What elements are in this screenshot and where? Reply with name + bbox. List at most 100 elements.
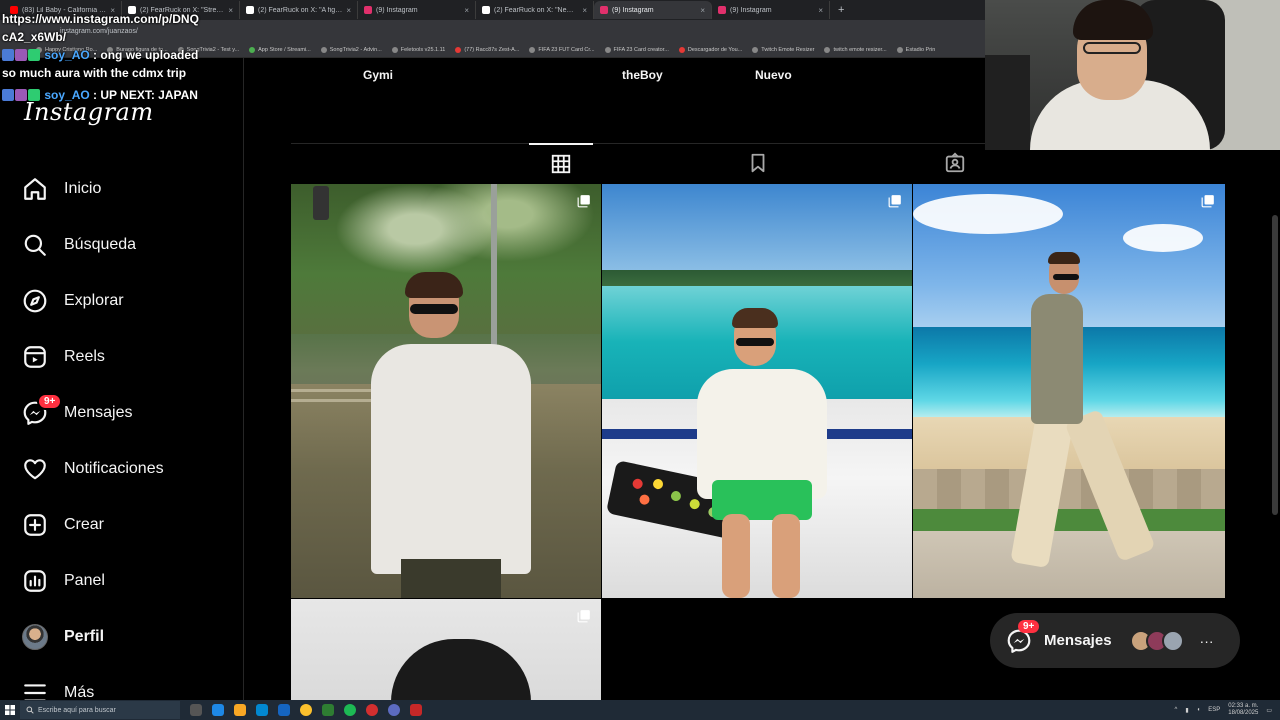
bookmark[interactable]: FIFA 23 Card creator... [604, 46, 669, 53]
browser-tab[interactable]: (2) FearRuck on X: "New photo × [476, 1, 594, 19]
search-icon [24, 234, 46, 256]
post-beach[interactable] [913, 184, 1225, 598]
app-icon[interactable] [322, 704, 334, 716]
app-icon[interactable] [388, 704, 400, 716]
chevron-up-icon[interactable]: ^ [1175, 707, 1178, 713]
close-icon[interactable]: × [464, 6, 469, 15]
tab-posts[interactable] [529, 143, 593, 183]
tab-saved[interactable] [726, 143, 790, 183]
streamer-glasses [1083, 42, 1141, 54]
post-boat[interactable] [602, 184, 912, 598]
carousel-icon [1201, 195, 1214, 208]
scrollbar[interactable] [1272, 215, 1278, 515]
bookmark-icon [604, 46, 611, 53]
crosswalk-stripe [291, 389, 381, 392]
system-tray: ^ ▮ ◖ ESP 02:33 a. m. 18/08/2025 ▭ [1175, 700, 1272, 720]
messages-label: Mensajes [1044, 632, 1112, 649]
chat-badge-icon [2, 49, 14, 61]
highlight-label[interactable]: Gymi [363, 68, 393, 82]
browser-tab[interactable]: (9) Instagram × [358, 1, 476, 19]
notifications-icon[interactable]: ▭ [1266, 707, 1272, 714]
browser-tab[interactable]: (2) FearRuck on X: "A fight bre × [240, 1, 358, 19]
bookmark[interactable]: Feletools v25.1.11 [391, 46, 445, 53]
bookmark-icon [678, 46, 685, 53]
volume-icon[interactable]: ◖ [1197, 707, 1201, 713]
stream-chat-overlay: https://www.instagram.com/p/DNQ cA2_x6Wb… [2, 10, 199, 104]
browser-tab[interactable]: (9) Instagram × [712, 1, 830, 19]
bookmark[interactable]: twitch emote resizer... [824, 46, 887, 53]
sidebar-item-label: Mensajes [64, 404, 133, 421]
network-icon[interactable]: ▮ [1185, 707, 1188, 714]
x-logo-icon [246, 6, 254, 14]
sidebar-item-inicio[interactable]: Inicio [22, 169, 232, 209]
windows-taskbar: Escribe aquí para buscar ^ ▮ ◖ ESP 02:33… [0, 700, 1280, 720]
chrome-icon[interactable] [300, 704, 312, 716]
photo-person [736, 338, 774, 346]
folder-icon[interactable] [234, 704, 246, 716]
bookmark[interactable]: (77) Racc87s Zest-A... [455, 46, 519, 53]
sidebar-item-notificaciones[interactable]: Notificaciones [22, 449, 232, 489]
sidebar-item-reels[interactable]: Reels [22, 337, 232, 377]
store-icon[interactable] [256, 704, 268, 716]
sidebar-item-explorar[interactable]: Explorar [22, 281, 232, 321]
sidebar-item-panel[interactable]: Panel [22, 561, 232, 601]
more-icon[interactable]: ··· [1200, 633, 1214, 649]
sidebar-item-label: Reels [64, 348, 105, 365]
language-indicator[interactable]: ESP [1208, 707, 1220, 713]
close-icon[interactable]: × [228, 6, 233, 15]
avatar [1161, 629, 1184, 652]
bookmark-icon [752, 46, 759, 53]
close-icon[interactable]: × [700, 6, 705, 15]
chat-line: cA2_x6Wb/ [2, 30, 67, 44]
photo-sky [602, 184, 912, 274]
bookmark-icon [751, 153, 765, 173]
chat-line: so much aura with the cdmx trip [2, 66, 187, 80]
bookmark[interactable]: Twitch Emote Resizer [752, 46, 814, 53]
clock-date: 18/08/2025 [1228, 710, 1259, 716]
bookmark-label: SongTrivia2 - Advin... [329, 46, 382, 53]
app-icon[interactable] [410, 704, 422, 716]
close-icon[interactable]: × [346, 6, 351, 15]
bookmark-icon [824, 46, 831, 53]
sidebar-item-crear[interactable]: Crear [22, 505, 232, 545]
bookmark[interactable]: Estadio Prin [896, 46, 936, 53]
browser-tab-active[interactable]: (9) Instagram × [594, 1, 712, 19]
new-tab-button[interactable]: + [838, 4, 844, 16]
messages-pill[interactable]: 9+ Mensajes ··· [990, 613, 1240, 668]
bookmark-icon [455, 46, 462, 53]
close-icon[interactable]: × [818, 6, 823, 15]
task-view-icon[interactable] [190, 704, 202, 716]
post-portrait[interactable] [291, 599, 601, 709]
chat-username: soy_AO [44, 48, 90, 62]
sidebar-item-perfil[interactable]: Perfil [22, 617, 232, 657]
bookmark[interactable]: Descargador de You... [678, 46, 742, 53]
highlight-label[interactable]: theBoy [622, 68, 663, 82]
sidebar-item-mensajes[interactable]: 9+ Mensajes [22, 393, 232, 433]
taskbar-search[interactable]: Escribe aquí para buscar [20, 701, 180, 719]
bookmark[interactable]: SongTrivia2 - Advin... [320, 46, 382, 53]
close-icon[interactable]: × [582, 6, 587, 15]
app-icon[interactable] [366, 704, 378, 716]
tab-tagged[interactable] [923, 143, 987, 183]
bookmark[interactable]: App Store / Streami... [249, 46, 311, 53]
edge-icon[interactable] [212, 704, 224, 716]
grid-icon [551, 154, 571, 174]
mail-icon[interactable] [278, 704, 290, 716]
chat-badge-icon [2, 89, 14, 101]
bookmark-label: FIFA 23 Card creator... [613, 46, 669, 53]
photo-person [772, 514, 800, 598]
chat-message: soy_AO : ong we uploaded [2, 46, 199, 64]
bookmark-label: Estadio Prin [905, 46, 936, 53]
highlight-label[interactable]: Nuevo [755, 68, 792, 82]
photo-cloud [1123, 224, 1203, 252]
sidebar-item-busqueda[interactable]: Búsqueda [22, 225, 232, 265]
tab-label: (9) Instagram [612, 6, 654, 14]
bookmark[interactable]: FIFA 23 FUT Card Cr... [529, 46, 595, 53]
sidebar-item-label: Crear [64, 516, 105, 533]
windows-start-button[interactable] [0, 700, 20, 720]
post-street[interactable] [291, 184, 601, 598]
avatar [22, 624, 48, 650]
spotify-icon[interactable] [344, 704, 356, 716]
clock[interactable]: 02:33 a. m. 18/08/2025 [1228, 703, 1258, 717]
bookmark-icon [529, 46, 536, 53]
